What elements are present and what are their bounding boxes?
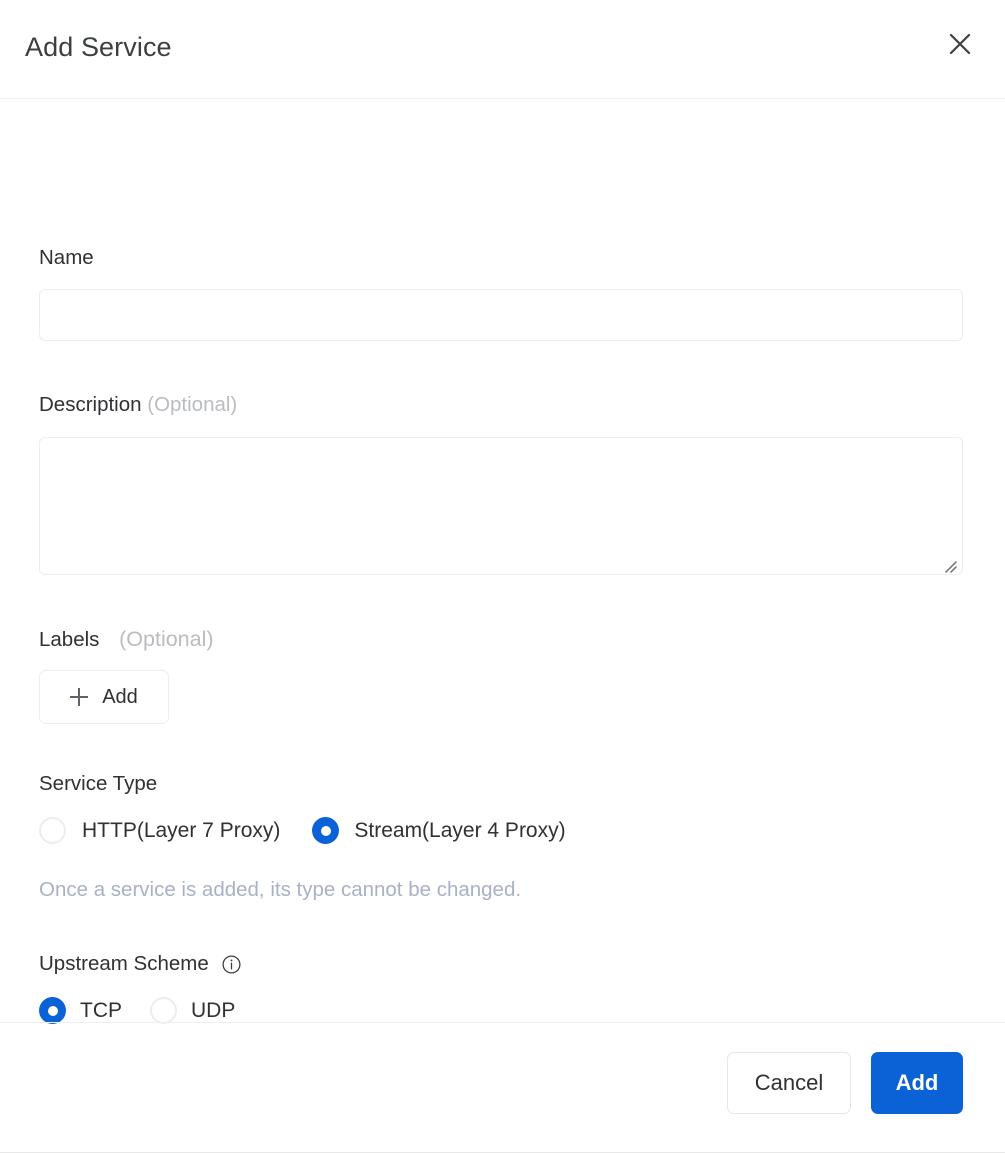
radio-indicator-icon: [312, 817, 339, 844]
radio-indicator-icon: [39, 817, 66, 844]
radio-service-type-stream[interactable]: Stream(Layer 4 Proxy): [312, 817, 565, 844]
description-textarea[interactable]: [39, 437, 963, 575]
description-label: Description: [39, 393, 142, 416]
radio-indicator-icon: [39, 997, 66, 1024]
radio-upstream-scheme-tcp[interactable]: TCP: [39, 997, 122, 1024]
service-type-label: Service Type: [39, 772, 157, 796]
labels-label: Labels: [39, 628, 99, 651]
upstream-scheme-label: Upstream Scheme: [39, 952, 209, 976]
description-optional-tag: (Optional): [147, 393, 237, 416]
upstream-scheme-radio-group: TCP UDP: [39, 997, 235, 1024]
info-circle-icon[interactable]: [222, 955, 241, 974]
name-label-group: Name: [39, 246, 94, 270]
radio-service-type-http[interactable]: HTTP(Layer 7 Proxy): [39, 817, 280, 844]
radio-upstream-scheme-udp-label: UDP: [191, 999, 235, 1023]
service-type-radio-group: HTTP(Layer 7 Proxy) Stream(Layer 4 Proxy…: [39, 817, 566, 844]
radio-upstream-scheme-tcp-label: TCP: [80, 999, 122, 1023]
page-title: Add Service: [25, 30, 172, 64]
radio-service-type-http-label: HTTP(Layer 7 Proxy): [82, 819, 280, 843]
add-button[interactable]: Add: [871, 1052, 963, 1114]
dialog-header: Add Service: [0, 0, 1005, 99]
service-type-hint: Once a service is added, its type cannot…: [39, 878, 521, 902]
dialog-body: Name Description (Optional) Labels (Opti…: [0, 99, 1005, 1022]
add-label-button-text: Add: [102, 686, 138, 708]
radio-upstream-scheme-udp[interactable]: UDP: [150, 997, 235, 1024]
add-label-button[interactable]: Add: [39, 670, 169, 724]
name-input[interactable]: [39, 289, 963, 341]
radio-indicator-icon: [150, 997, 177, 1024]
dialog-footer: Cancel Add: [0, 1022, 1005, 1152]
service-type-label-text: Service Type: [39, 772, 157, 795]
add-service-dialog: Add Service Name Description (Optional): [0, 0, 1005, 1153]
plus-icon: [70, 688, 88, 706]
name-label: Name: [39, 246, 94, 269]
cancel-button[interactable]: Cancel: [727, 1052, 851, 1114]
radio-service-type-stream-label: Stream(Layer 4 Proxy): [354, 819, 565, 843]
close-button[interactable]: [940, 24, 980, 64]
description-label-group: Description (Optional): [39, 393, 237, 417]
upstream-scheme-label-group: Upstream Scheme: [39, 952, 241, 976]
labels-optional-tag: (Optional): [119, 627, 213, 651]
close-icon: [947, 31, 973, 57]
labels-label-group: Labels (Optional): [39, 627, 214, 652]
